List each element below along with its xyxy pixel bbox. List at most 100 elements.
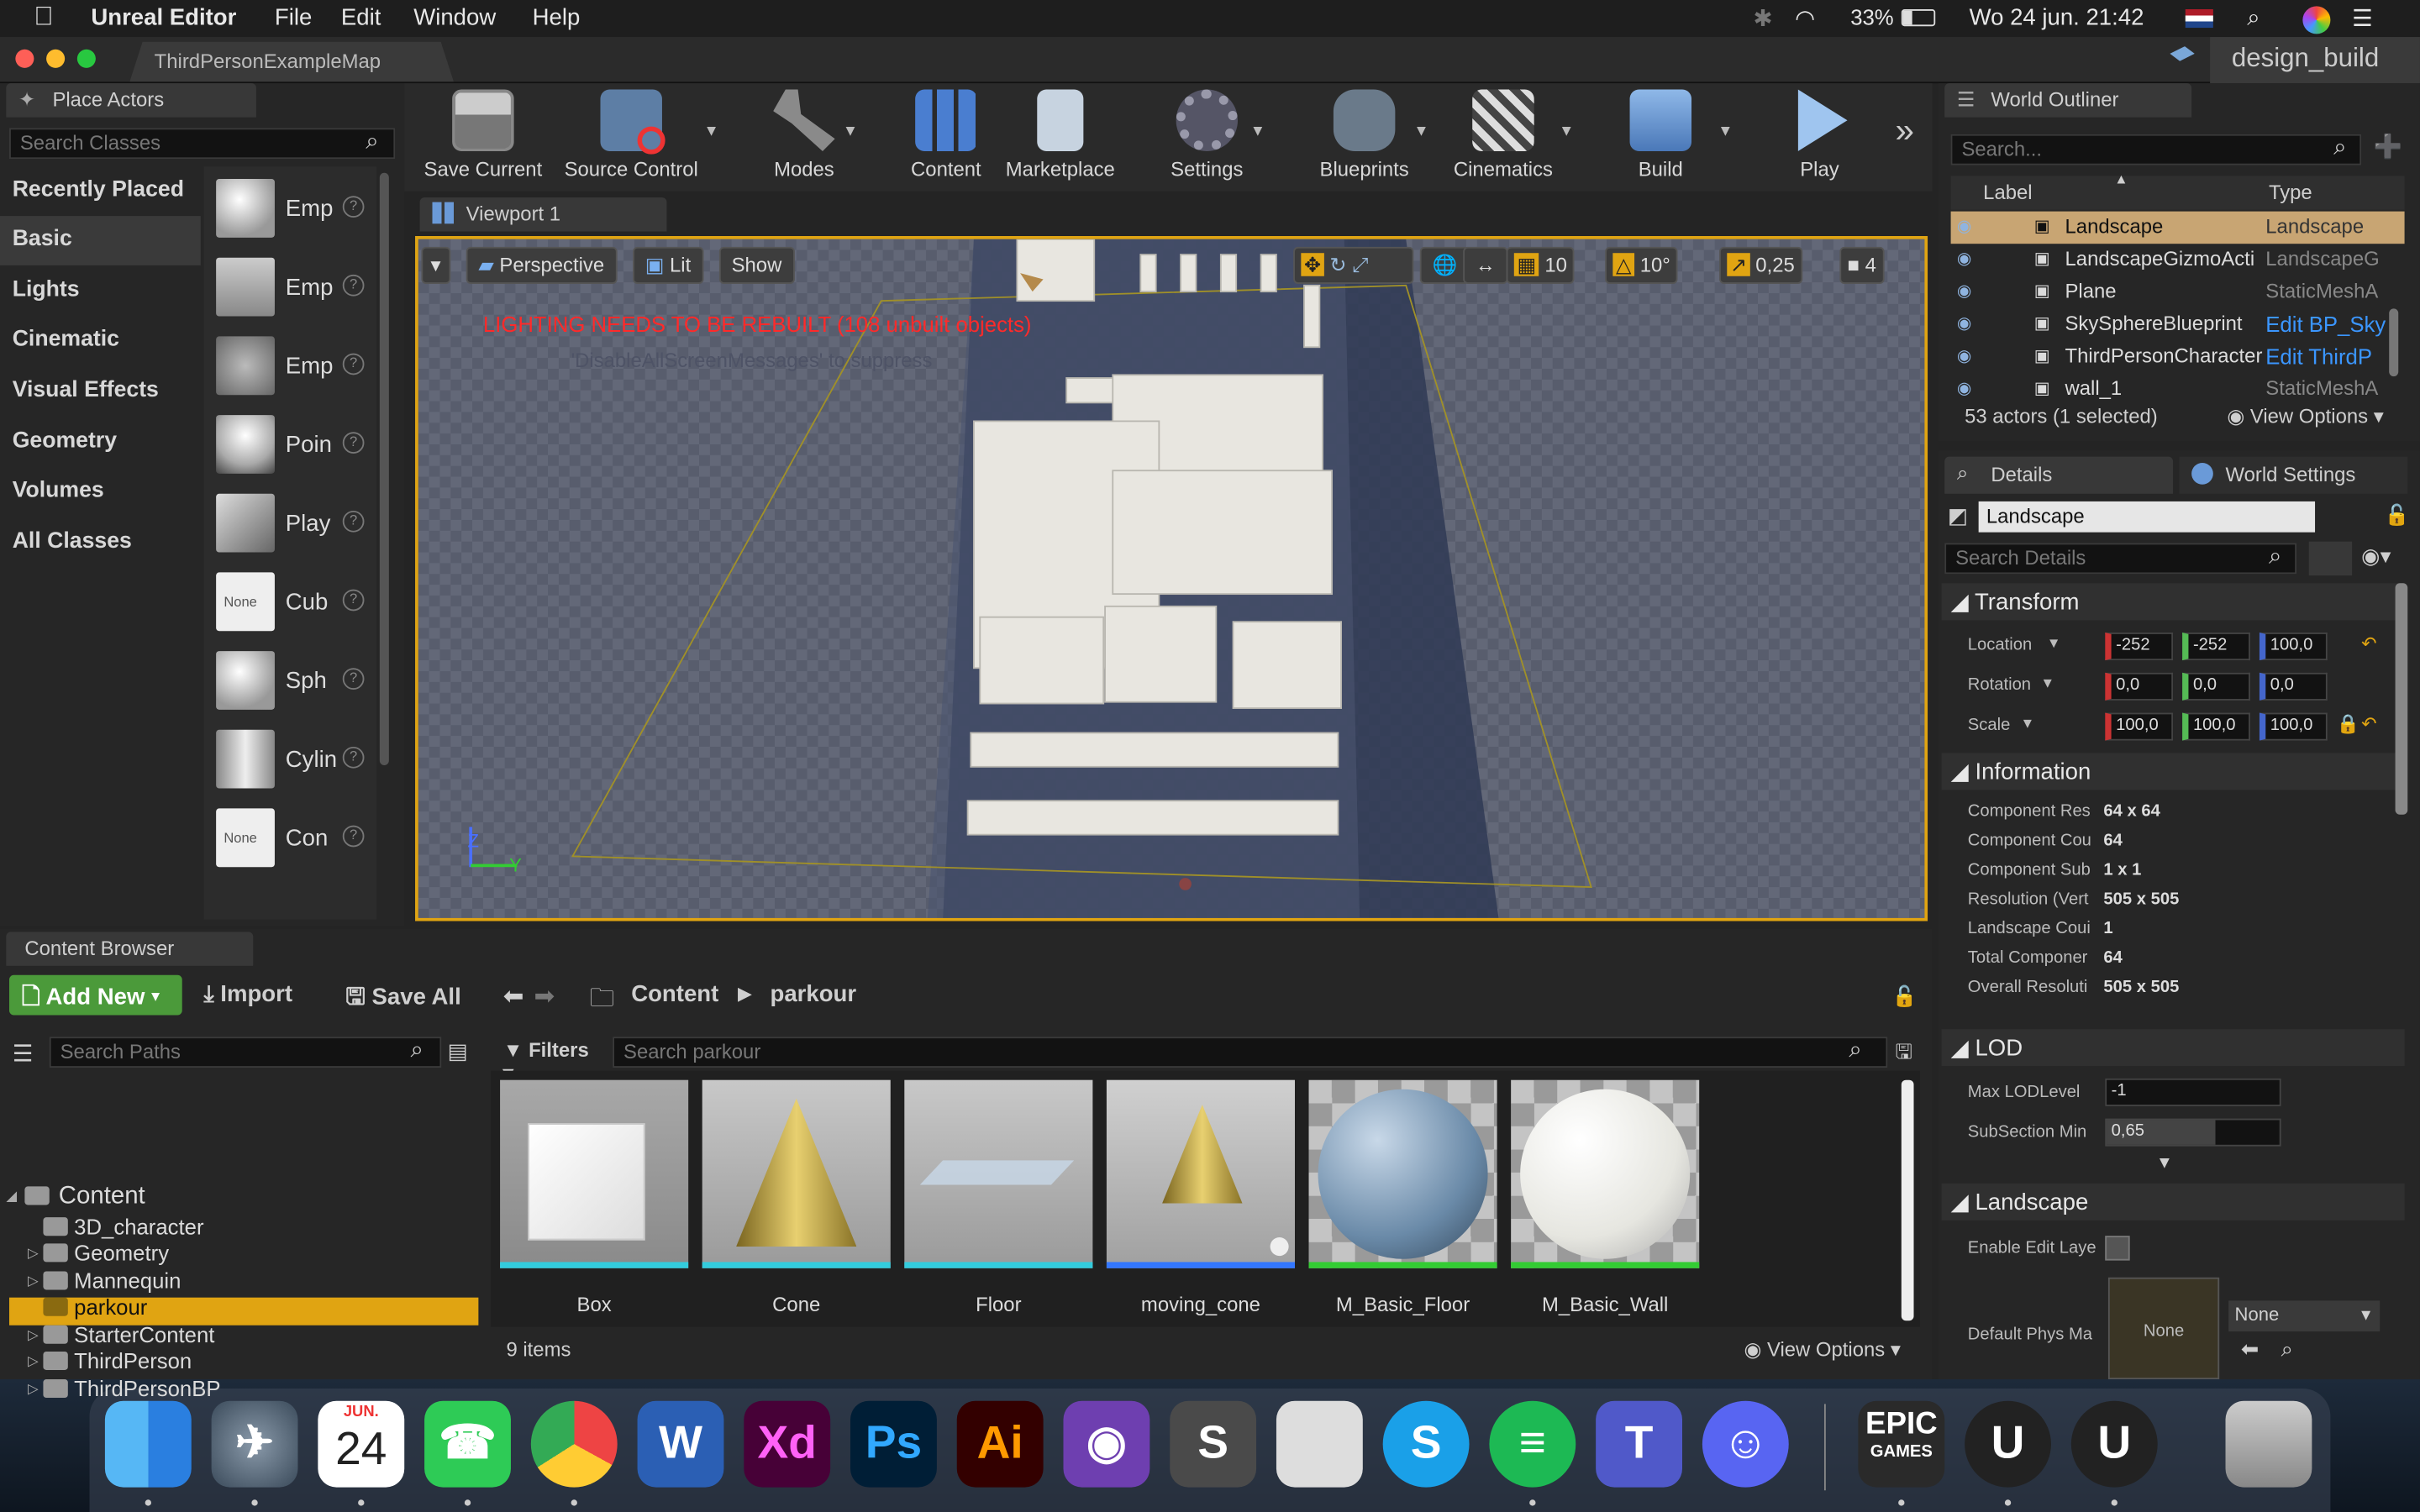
bluetooth-icon[interactable]: ✱ xyxy=(1753,5,1772,32)
outliner-view-options[interactable]: ◉ View Options ▾ xyxy=(2227,404,2383,428)
scale-x-input[interactable]: 100,0 xyxy=(2105,712,2174,741)
world-outliner-tab[interactable]: ☰ World Outliner xyxy=(1944,83,2192,118)
breadcrumb-content[interactable]: Content xyxy=(631,981,718,1007)
move-icon[interactable]: ✥ xyxy=(1301,253,1324,276)
sources-toggle-icon[interactable]: ☰ xyxy=(13,1040,34,1068)
point-light-item[interactable]: Poin? xyxy=(207,415,376,483)
source-control-dropdown-icon[interactable]: ▼ xyxy=(704,123,719,140)
lock-icon[interactable]: 🔓 xyxy=(2385,503,2410,528)
eye-icon[interactable]: ◉ xyxy=(1957,216,1972,236)
cinematics-button[interactable]: Cinematics xyxy=(1448,89,1559,181)
empty-character-item[interactable]: Emp? xyxy=(207,257,376,326)
world-local-icon[interactable]: 🌐 xyxy=(1419,246,1470,284)
property-matrix-icon[interactable] xyxy=(2308,541,2353,576)
launchpad-icon[interactable]: ✈ xyxy=(211,1400,298,1488)
blueprints-button[interactable]: Blueprints xyxy=(1312,89,1417,181)
forward-arrow-icon[interactable]: ➡ xyxy=(534,981,555,1012)
apple-icon[interactable]:  xyxy=(34,2,53,33)
empty-pawn-item[interactable]: Emp? xyxy=(207,336,376,404)
asset-m-basic-wall[interactable] xyxy=(1511,1079,1700,1268)
help-icon[interactable]: ? xyxy=(342,510,365,533)
collapsed-icon[interactable]: ▷ xyxy=(28,1245,39,1262)
search-classes-input[interactable]: Search Classes xyxy=(9,128,396,160)
browse-icon[interactable]: ⌕ xyxy=(2281,1336,2293,1362)
sublime-icon[interactable]: S xyxy=(1170,1400,1257,1488)
scale-z-input[interactable]: 100,0 xyxy=(2259,712,2328,741)
landscape-section[interactable]: ◢ Landscape xyxy=(1941,1183,2405,1221)
control-center-icon[interactable]: ☰ xyxy=(2352,5,2373,32)
outliner-row[interactable]: ◉ ▣ LandscapeGizmoActi LandscapeG xyxy=(1951,244,2405,276)
add-new-button[interactable]: 🗋 Add New ▾ xyxy=(9,974,182,1016)
search-details-input[interactable]: Search Details xyxy=(1944,543,2297,575)
menu-window[interactable]: Window xyxy=(413,5,496,31)
cylinder-item[interactable]: Cylin? xyxy=(207,729,376,798)
settings-button[interactable]: Settings xyxy=(1164,89,1250,181)
trash-icon[interactable] xyxy=(2225,1400,2312,1488)
col-label[interactable]: Label xyxy=(1983,181,2032,204)
level-tab[interactable]: ThirdPersonExampleMap xyxy=(129,41,454,82)
category-lights[interactable]: Lights xyxy=(0,267,201,317)
outliner-search-input[interactable]: Search... xyxy=(1950,134,2362,165)
category-recently-placed[interactable]: Recently Placed xyxy=(0,166,201,216)
discord-icon[interactable]: ☺ xyxy=(1702,1400,1789,1488)
build-dropdown-icon[interactable]: ▼ xyxy=(1718,123,1733,140)
lock-icon[interactable]: 🔓 xyxy=(1892,984,1918,1009)
search-paths-input[interactable]: Search Paths xyxy=(49,1037,442,1068)
sphere-item[interactable]: Sph? xyxy=(207,651,376,719)
content-view-options[interactable]: ◉ View Options ▾ xyxy=(1744,1337,1900,1362)
eye-icon[interactable]: ◉ xyxy=(1957,281,1972,301)
flag-nl-icon[interactable] xyxy=(2185,9,2213,29)
viewport[interactable] xyxy=(415,236,1928,921)
location-z-input[interactable]: 100,0 xyxy=(2259,633,2328,661)
eye-icon[interactable]: ◉ xyxy=(1957,313,1972,333)
eye-icon[interactable]: ◉ xyxy=(1957,345,1972,365)
details-tab[interactable]: ⌕ Details xyxy=(1944,456,2174,494)
content-button[interactable]: Content xyxy=(908,89,985,181)
outliner-row[interactable]: ◉ ▣ ThirdPersonCharacter Edit ThirdP xyxy=(1951,341,2405,374)
chrome-icon[interactable] xyxy=(530,1400,618,1488)
world-settings-tab[interactable]: World Settings xyxy=(2179,456,2408,494)
menu-help[interactable]: Help xyxy=(533,5,581,31)
unreal-engine-icon[interactable]: U xyxy=(1965,1400,2051,1488)
category-basic[interactable]: Basic xyxy=(0,216,201,265)
viewport-options-button[interactable]: ▾ xyxy=(421,246,450,284)
viewport-scene[interactable] xyxy=(418,239,1925,918)
grid-snap-button[interactable]: ▦ 10 xyxy=(1506,246,1576,284)
help-icon[interactable]: ? xyxy=(342,746,365,769)
collapsed-icon[interactable]: ▷ xyxy=(28,1380,39,1397)
search-assets-input[interactable]: Search parkour xyxy=(613,1037,1888,1068)
help-icon[interactable]: ? xyxy=(342,825,365,848)
calculator-icon[interactable] xyxy=(1276,1400,1363,1488)
location-y-input[interactable]: -252 xyxy=(2182,633,2250,661)
save-current-button[interactable]: Save Current xyxy=(420,89,547,181)
collapsed-icon[interactable]: ▷ xyxy=(28,1272,39,1289)
category-visual-effects[interactable]: Visual Effects xyxy=(0,367,201,417)
enable-edit-checkbox[interactable] xyxy=(2105,1236,2130,1261)
illustrator-icon[interactable]: Ai xyxy=(956,1400,1044,1488)
category-volumes[interactable]: Volumes xyxy=(0,468,201,517)
back-arrow-icon[interactable]: ⬅ xyxy=(503,981,524,1012)
scale-icon[interactable]: ⤢ xyxy=(1352,253,1368,276)
photoshop-icon[interactable]: Ps xyxy=(850,1400,937,1488)
outliner-row[interactable]: ◉ ▣ Landscape Landscape xyxy=(1950,211,2405,244)
teams-icon[interactable]: T xyxy=(1596,1400,1683,1488)
reset-location-icon[interactable]: ↶ xyxy=(2361,633,2376,654)
build-button[interactable]: Build xyxy=(1629,89,1692,181)
collapsed-icon[interactable]: ▷ xyxy=(28,1326,39,1343)
camera-speed-button[interactable]: ■ 4 xyxy=(1839,246,1885,284)
github-icon[interactable]: ◉ xyxy=(1063,1400,1150,1488)
cube-item[interactable]: None Cub? xyxy=(207,572,376,640)
cinematics-dropdown-icon[interactable]: ▼ xyxy=(1559,123,1574,140)
transform-section[interactable]: ◢ Transform xyxy=(1941,583,2405,621)
battery-icon[interactable] xyxy=(1901,9,1936,27)
source-control-button[interactable]: Source Control xyxy=(559,89,704,181)
place-actors-tab[interactable]: ✦ Place Actors xyxy=(6,83,256,118)
phys-material-thumbnail[interactable]: None xyxy=(2107,1277,2220,1380)
maximize-window-button[interactable] xyxy=(76,49,96,68)
source-control-status-icon[interactable] xyxy=(2170,46,2195,61)
location-x-input[interactable]: -252 xyxy=(2105,633,2174,661)
asset-box[interactable] xyxy=(500,1079,689,1268)
surface-snap-icon[interactable]: ↔ xyxy=(1463,246,1508,284)
rotation-snap-button[interactable]: △ 10° xyxy=(1605,246,1679,284)
transform-tools[interactable]: ✥ ↻ ⤢ xyxy=(1293,246,1414,284)
